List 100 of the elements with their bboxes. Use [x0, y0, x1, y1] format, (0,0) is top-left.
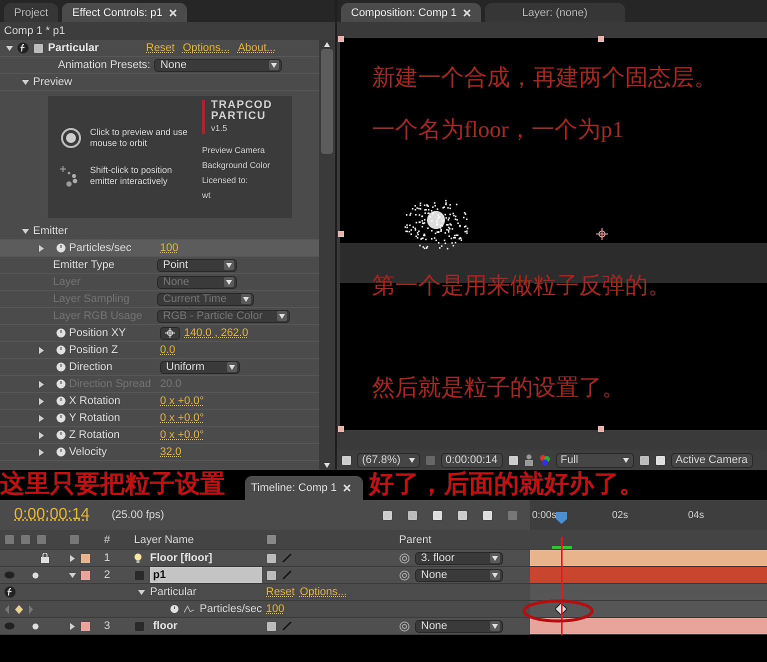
caret-icon[interactable] [408, 458, 415, 462]
track-area[interactable]: 0:00s 02s 04s [530, 500, 767, 635]
twirl-icon[interactable] [38, 244, 45, 252]
panel-tab[interactable]: Composition: Comp 1 [341, 3, 481, 22]
param-value[interactable]: 0 x +0.0° [160, 429, 204, 441]
caret-icon[interactable] [278, 314, 285, 318]
time-field[interactable]: 0:00:00:14 [440, 452, 503, 468]
param-value[interactable]: 0 x +0.0° [160, 395, 204, 407]
resolution-dropdown[interactable]: Full [556, 452, 634, 468]
stopwatch-icon[interactable] [56, 243, 66, 253]
caret-icon[interactable] [242, 296, 249, 302]
param-dropdown[interactable]: Point [157, 258, 237, 272]
twirl-icon[interactable] [22, 78, 29, 86]
camera-dropdown[interactable]: Active Camera [670, 452, 753, 468]
column-header[interactable]: Layer Name [134, 534, 194, 546]
caret-icon[interactable] [229, 364, 235, 370]
handle-marker[interactable] [338, 36, 344, 42]
close-icon[interactable] [168, 8, 177, 16]
twirl-icon[interactable] [38, 346, 45, 354]
panel-tab[interactable]: Project [4, 3, 58, 22]
keyframe-navigator-icon[interactable] [4, 604, 34, 614]
twirl-icon[interactable] [38, 398, 45, 404]
twirl-icon[interactable] [69, 572, 76, 578]
handle-marker[interactable] [598, 426, 604, 432]
scrollbar[interactable] [319, 40, 335, 470]
effect-link[interactable]: Reset [266, 586, 295, 598]
handle-marker[interactable] [338, 426, 344, 432]
handle-marker[interactable] [598, 36, 604, 42]
effect-link[interactable]: Options... [182, 42, 230, 54]
parent-dropdown[interactable]: None [415, 568, 503, 582]
presets-dropdown[interactable]: None [154, 58, 282, 72]
effect-icon[interactable] [17, 42, 29, 54]
param-value[interactable]: 32.0 [160, 446, 182, 458]
effect-icon[interactable] [4, 586, 16, 598]
panel-tab[interactable]: Timeline: Comp 1 [245, 476, 363, 500]
playhead-handle-icon[interactable] [556, 512, 567, 524]
scroll-up-icon[interactable] [324, 42, 330, 47]
preview-panel[interactable]: Click to preview and use mouse to orbit Shift-click to position emitter interactively TRAPCOD PARTICU v1.5 Preview Camera Background Color Licensed to: wt [48, 96, 292, 218]
close-icon[interactable] [342, 484, 351, 492]
current-time[interactable]: 0:00:00:14 [14, 506, 90, 524]
stopwatch-icon[interactable] [56, 430, 66, 440]
spiral-icon[interactable] [399, 552, 410, 564]
crosshair-button[interactable] [160, 326, 180, 340]
panel-tab[interactable]: Effect Controls: p1 [62, 3, 187, 22]
column-header[interactable]: # [104, 534, 110, 546]
twirl-icon[interactable] [38, 432, 45, 438]
layer-name[interactable]: p1 [150, 567, 262, 583]
twirl-icon[interactable] [69, 622, 76, 630]
keyframe-icon[interactable] [555, 603, 567, 615]
param-dropdown[interactable]: Uniform [160, 360, 240, 374]
caret-icon[interactable] [271, 62, 278, 68]
caret-icon[interactable] [492, 572, 498, 578]
twirl-icon[interactable] [38, 414, 45, 422]
twirl-icon[interactable] [69, 554, 76, 562]
spiral-icon[interactable] [399, 620, 410, 632]
caret-icon[interactable] [492, 556, 498, 560]
layer-name[interactable]: floor [150, 618, 262, 634]
parent-dropdown[interactable]: 3. floor [415, 552, 503, 564]
label-swatch[interactable] [81, 570, 90, 580]
scroll-down-icon[interactable] [324, 463, 330, 468]
close-icon[interactable] [462, 8, 471, 16]
label-swatch[interactable] [81, 554, 90, 562]
stopwatch-icon[interactable] [56, 447, 66, 457]
caret-icon[interactable] [226, 262, 232, 268]
caret-icon[interactable] [622, 458, 629, 462]
property-value[interactable]: 100 [266, 603, 284, 615]
stopwatch-icon[interactable] [56, 328, 66, 338]
handle-marker[interactable] [338, 231, 344, 237]
param-value[interactable]: 100 [160, 242, 178, 254]
caret-icon[interactable] [492, 624, 498, 628]
solo-icon[interactable] [32, 572, 39, 578]
effect-link[interactable]: Options... [300, 586, 347, 598]
stopwatch-icon[interactable] [56, 362, 66, 372]
param-value[interactable]: 0.0 [160, 344, 176, 356]
param-value[interactable]: 140.0 , 262.0 [184, 327, 248, 339]
stopwatch-icon[interactable] [56, 345, 66, 355]
solo-icon[interactable] [32, 622, 39, 630]
layer-bar[interactable] [530, 618, 767, 635]
scrollbar-thumb[interactable] [321, 49, 333, 154]
layer-bar[interactable] [530, 550, 767, 567]
color-channels-icon[interactable] [538, 454, 551, 466]
zoom-dropdown[interactable]: (67.8%) [357, 452, 420, 468]
stopwatch-icon[interactable] [56, 396, 66, 406]
twirl-icon[interactable] [138, 588, 145, 596]
stopwatch-icon[interactable] [170, 604, 179, 614]
crosshair-icon[interactable] [596, 228, 608, 240]
stopwatch-icon[interactable] [56, 413, 66, 423]
effect-link[interactable]: Reset [146, 42, 175, 54]
person-icon[interactable] [524, 454, 534, 466]
parent-dropdown[interactable]: None [415, 620, 503, 632]
twirl-icon[interactable] [38, 448, 45, 456]
caret-icon[interactable] [226, 280, 232, 284]
twirl-icon[interactable] [22, 228, 29, 234]
layer-name[interactable]: Floor [floor] [147, 550, 262, 566]
panel-tab[interactable]: Layer: (none) [484, 3, 625, 22]
spiral-icon[interactable] [399, 570, 410, 580]
label-swatch[interactable] [81, 622, 90, 630]
twirl-icon[interactable] [6, 44, 13, 52]
column-header[interactable]: Parent [399, 534, 432, 546]
param-value[interactable]: 0 x +0.0° [160, 412, 204, 424]
